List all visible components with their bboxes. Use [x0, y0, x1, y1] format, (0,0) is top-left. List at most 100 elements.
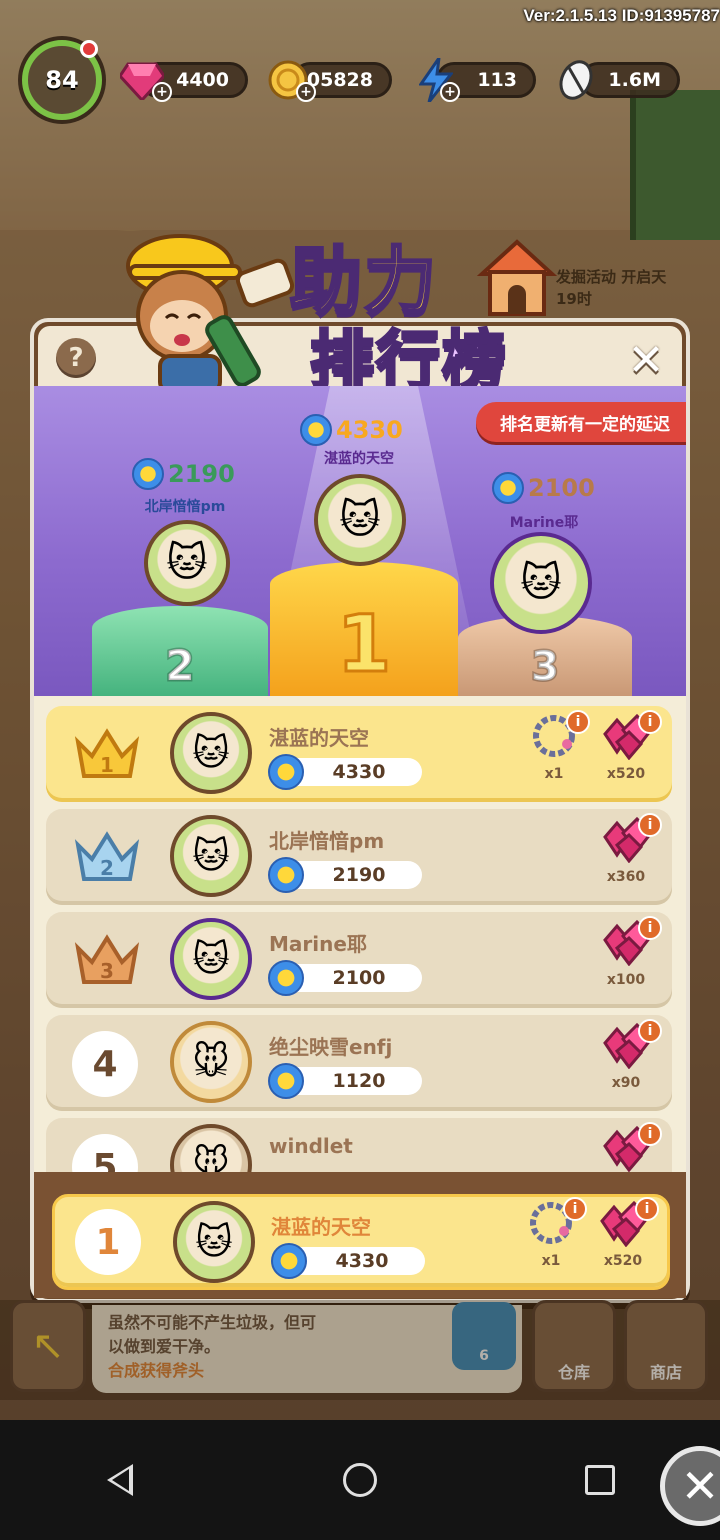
energy-count: 113: [477, 69, 517, 91]
seed-count: 1.6M: [608, 69, 661, 91]
podium-1-score-value: 4330: [336, 416, 403, 444]
podium-3-score-value: 2100: [528, 474, 595, 502]
ranking-row-4[interactable]: 4 🐭 绝尘映雪enfj 1120 x90 i: [46, 1015, 672, 1111]
recents-square-icon: [585, 1465, 615, 1495]
player-level-badge[interactable]: 84: [22, 40, 102, 120]
podium-2-score-value: 2190: [168, 460, 235, 488]
reward-item[interactable]: x100 i: [594, 916, 662, 1002]
podium-2-rank: 2: [164, 640, 196, 692]
my-reward-item-2[interactable]: x520 i: [591, 1197, 659, 1283]
flower-icon: [268, 754, 304, 790]
flower-icon: [268, 857, 304, 893]
reward-count: x520: [603, 1253, 643, 1269]
nav-back-button[interactable]: [90, 1450, 150, 1510]
svg-text:3: 3: [100, 959, 114, 983]
my-rank-number: 1: [75, 1209, 141, 1275]
ranking-row-2[interactable]: 2 🐱 北岸愔愔pm 2190 x360 i: [46, 809, 672, 905]
reward-count: x90: [611, 1075, 641, 1091]
ranking-row-5[interactable]: 5 🐭 windlet i: [46, 1118, 672, 1172]
version-label: Ver:2.1.5.13 ID:91395787: [523, 6, 720, 25]
podium-3-name: Marine耶: [509, 515, 579, 531]
row-avatar[interactable]: 🐱: [170, 815, 252, 897]
add-coins-button[interactable]: +: [296, 82, 316, 102]
cat-avatar-icon: 🐱: [339, 497, 381, 543]
my-rank-footer: 1 🐱 湛蓝的天空 4330 x1 i x520 i: [34, 1172, 686, 1298]
podium-3-avatar[interactable]: 🐱: [490, 532, 592, 634]
flower-icon: [268, 1063, 304, 1099]
flower-icon: [132, 458, 164, 490]
row-avatar[interactable]: 🐭: [170, 1021, 252, 1103]
my-player-name: 湛蓝的天空: [271, 1215, 371, 1239]
ranking-row-3[interactable]: 3 🐱 Marine耶 2100 x100 i: [46, 912, 672, 1008]
reward-count: x360: [606, 869, 646, 885]
flower-icon: [492, 472, 524, 504]
podium-2: 2: [92, 606, 268, 696]
add-energy-button[interactable]: +: [440, 82, 460, 102]
add-gems-button[interactable]: +: [152, 82, 172, 102]
back-triangle-icon: [107, 1464, 133, 1496]
row-avatar[interactable]: 🐱: [170, 712, 252, 794]
flower-icon: [300, 414, 332, 446]
notification-dot: [80, 40, 98, 58]
rank-number: 4: [72, 1031, 138, 1097]
bottom-dim-overlay: [0, 1300, 720, 1400]
reward-item-2[interactable]: x520 i: [594, 710, 662, 796]
reward-item-1[interactable]: x1 i: [522, 710, 590, 796]
podium-1-rank: 1: [335, 599, 392, 692]
row-avatar[interactable]: 🐱: [170, 918, 252, 1000]
info-button[interactable]: i: [638, 1019, 662, 1043]
svg-text:2: 2: [100, 856, 114, 880]
reward-count: x1: [544, 766, 564, 782]
info-button[interactable]: i: [566, 710, 590, 734]
floating-close-button[interactable]: ✕: [660, 1446, 720, 1526]
row-avatar[interactable]: 🐭: [170, 1124, 252, 1172]
nav-home-button[interactable]: [330, 1450, 390, 1510]
help-button[interactable]: ?: [56, 338, 96, 378]
podium-1-score: 4330: [300, 414, 403, 446]
dog-house-icon: [476, 238, 558, 318]
flower-icon: [268, 960, 304, 996]
row-player-name: 绝尘映雪enfj: [269, 1035, 393, 1059]
event-banner-text[interactable]: 发掘活动 开启天19时: [556, 266, 686, 310]
row-player-name: windlet: [269, 1134, 353, 1158]
info-button[interactable]: i: [635, 1197, 659, 1221]
info-button[interactable]: i: [563, 1197, 587, 1221]
system-nav-bar: ✕: [0, 1420, 720, 1540]
nav-recents-button[interactable]: [570, 1450, 630, 1510]
podium-1-avatar[interactable]: 🐱: [314, 474, 406, 566]
podium-1: 1: [270, 562, 458, 696]
flower-icon: [271, 1243, 307, 1279]
reward-item[interactable]: i: [594, 1122, 662, 1172]
podium-3-score: 2100: [492, 472, 595, 504]
my-avatar[interactable]: 🐱: [173, 1201, 255, 1283]
podium-2-avatar[interactable]: 🐱: [144, 520, 230, 606]
gold-crown-icon: 1: [74, 724, 140, 784]
reward-count: x100: [606, 972, 646, 988]
reward-item[interactable]: x90 i: [594, 1019, 662, 1105]
reward-item[interactable]: x360 i: [594, 813, 662, 899]
podium-3-rank: 3: [530, 643, 561, 692]
home-circle-icon: [343, 1463, 377, 1497]
podium-2-name: 北岸愔愔pm: [144, 499, 226, 515]
svg-text:1: 1: [100, 753, 114, 777]
close-button[interactable]: ✕: [622, 335, 670, 386]
info-button[interactable]: i: [638, 916, 662, 940]
reward-count: x520: [606, 766, 646, 782]
silver-crown-icon: 2: [74, 827, 140, 887]
ranking-row-1[interactable]: 1 🐱 湛蓝的天空 4330 x1 i x520 i: [46, 706, 672, 802]
seed-icon: [552, 56, 600, 104]
my-reward-item-1[interactable]: x1 i: [519, 1197, 587, 1283]
row-player-name: Marine耶: [269, 932, 367, 956]
podium-2-score: 2190: [132, 458, 235, 490]
podium-area: 排名更新有一定的延迟 2 1 3 4330 湛蓝的天空 🐱 2190 北岸愔愔p…: [34, 386, 686, 696]
row-player-name: 湛蓝的天空: [269, 726, 369, 750]
rank-number: 5: [72, 1134, 138, 1172]
bronze-crown-icon: 3: [74, 930, 140, 990]
my-rank-row[interactable]: 1 🐱 湛蓝的天空 4330 x1 i x520 i: [52, 1194, 670, 1290]
ranking-list[interactable]: 1 🐱 湛蓝的天空 4330 x1 i x520 i 2 🐱 北岸愔愔pm 21…: [34, 696, 686, 1172]
info-button[interactable]: i: [638, 710, 662, 734]
info-button[interactable]: i: [638, 813, 662, 837]
info-button[interactable]: i: [638, 1122, 662, 1146]
cat-avatar-icon: 🐱: [520, 560, 562, 606]
cat-avatar-icon: 🐱: [166, 540, 208, 586]
